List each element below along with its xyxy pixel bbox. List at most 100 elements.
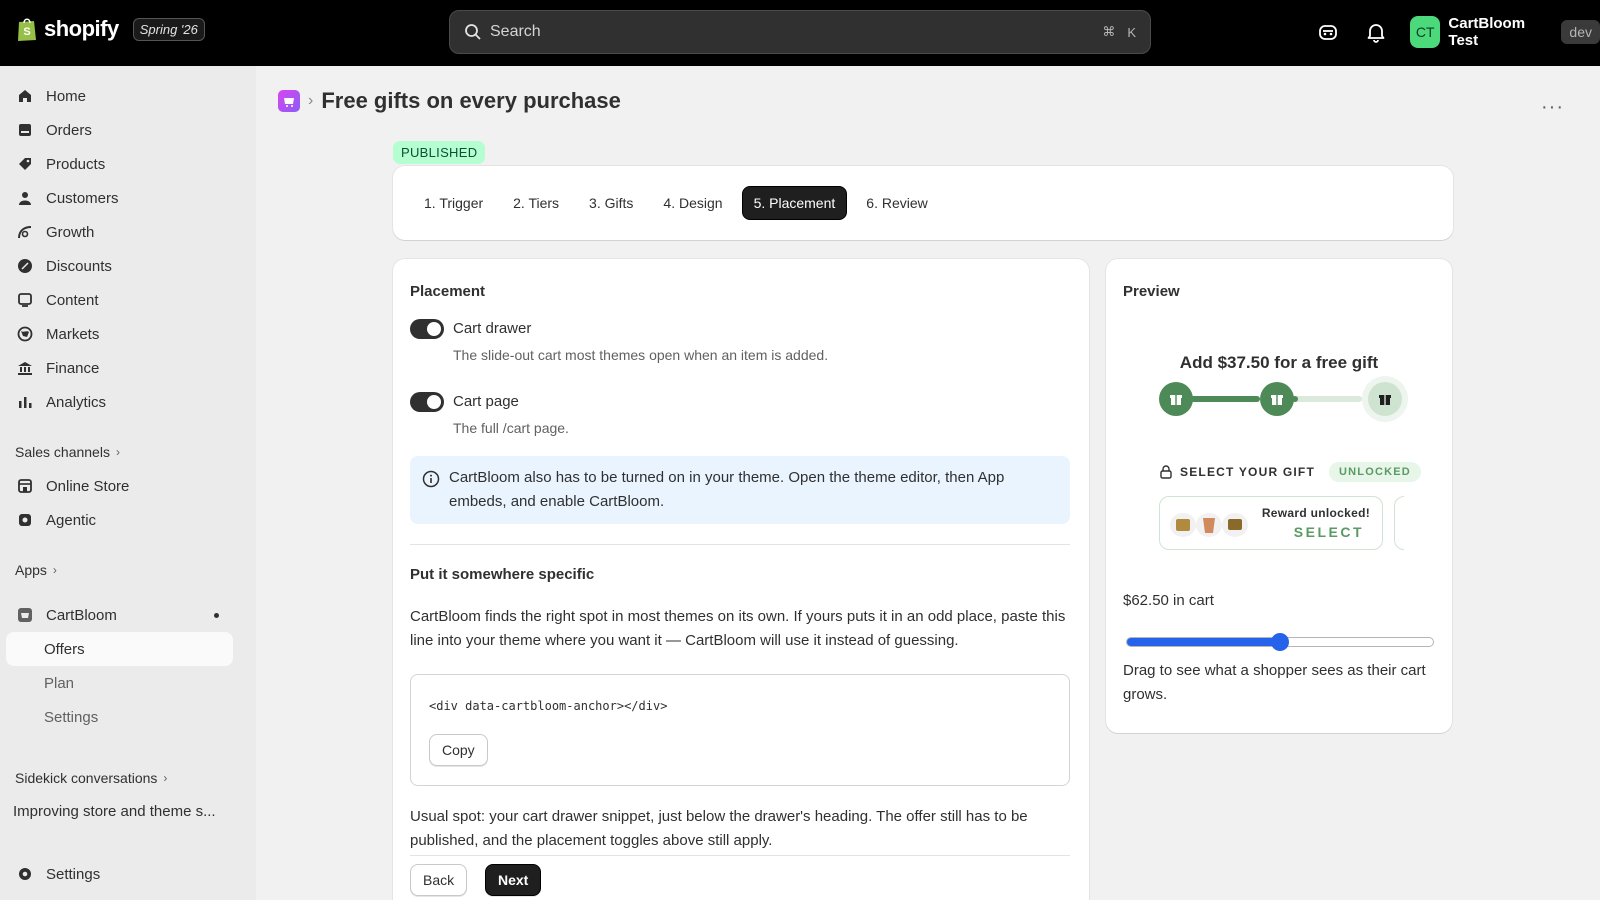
shopify-logo[interactable]: S shopify Spring '26 [16,16,205,42]
anchor-code[interactable]: <div data-cartbloom-anchor></div> [429,699,667,713]
progress-headline: Add $37.50 for a free gift [1179,353,1379,372]
slider-thumb[interactable] [1271,633,1289,651]
sidebar-item-label: CartBloom [46,606,117,624]
account-name: CartBloom Test [1448,15,1526,49]
tab-gifts[interactable]: 3. Gifts [578,187,644,219]
tab-design[interactable]: 4. Design [652,187,733,219]
svg-text:S: S [23,26,30,38]
gift-option-card-next[interactable] [1394,496,1404,550]
tab-placement[interactable]: 5. Placement [741,186,848,220]
select-gift-row: SELECT YOUR GIFT UNLOCKED [1160,462,1421,482]
sidebar-item-analytics[interactable]: Analytics [6,385,233,419]
app-status-dot [214,613,219,618]
sidebar-item-home[interactable]: Home [6,79,233,113]
copy-button[interactable]: Copy [429,734,488,766]
sidebar-item-label: Markets [46,325,100,343]
agentic-icon [16,511,34,529]
tab-review[interactable]: 6. Review [855,187,938,219]
banner-text: CartBloom also has to be turned on in yo… [449,469,1005,510]
back-button[interactable]: Back [410,864,468,896]
cart-drawer-toggle[interactable] [410,319,444,339]
cart-value-slider[interactable] [1126,633,1434,651]
preview-card: Preview Add $37.50 for a free gift SELEC… [1106,259,1452,733]
placement-title: Placement [410,283,486,300]
unlocked-badge: UNLOCKED [1329,462,1421,482]
breadcrumb-chevron-icon: › [308,92,314,109]
sidebar-item-customers[interactable]: Customers [6,181,233,215]
shopify-bag-icon: S [18,18,36,41]
cartbloom-logo-icon[interactable] [278,90,300,112]
sidekick-icon[interactable] [1316,20,1340,44]
sidekick-conversations-header[interactable]: Sidekick conversations › [15,770,167,786]
more-actions-icon[interactable]: ··· [1541,96,1564,119]
next-button[interactable]: Next [485,864,542,896]
select-gift-button[interactable]: SELECT [1294,524,1364,540]
sidebar-item-label: Discounts [46,257,112,275]
specific-text: CartBloom finds the right spot in most t… [410,608,1066,649]
sidebar-item-finance[interactable]: Finance [6,351,233,385]
cart-page-toggle[interactable] [410,392,444,412]
sidebar-item-label: Analytics [46,393,107,411]
cart-drawer-help: The slide-out cart most themes open when… [453,347,829,363]
cart-page-help: The full /cart page. [453,420,569,436]
divider [410,544,1070,545]
logo-wordmark: shopify [44,16,119,41]
sidebar-item-settings[interactable]: Settings [6,857,233,891]
sales-channels-header[interactable]: Sales channels › [15,444,120,460]
sidebar-subitem-plan[interactable]: Plan [6,666,233,700]
gift-product-image [1170,513,1196,537]
sidekick-conversation-item[interactable]: Improving store and theme s... [13,803,216,820]
sidebar-item-label: Online Store [46,477,130,495]
sidebar-item-content[interactable]: Content [6,283,233,317]
sidebar-item-cartbloom[interactable]: CartBloom [6,598,233,632]
chevron-right-icon: › [163,771,168,785]
placement-card: Placement Cart drawer The slide-out cart… [393,259,1089,900]
sidebar-item-label: Content [46,291,99,309]
gift-milestone-icon [1260,382,1294,416]
sidebar-item-label: Products [46,155,106,173]
globe-icon [16,325,34,343]
sidebar-item-products[interactable]: Products [6,147,233,181]
gift-option-card[interactable]: Reward unlocked! SELECT [1159,496,1383,550]
sidebar-item-label: Agentic [46,511,97,529]
bank-icon [16,359,34,377]
tab-tiers[interactable]: 2. Tiers [502,187,570,219]
apps-header[interactable]: Apps › [15,562,57,578]
search-bar[interactable]: Search ⌘ K [449,10,1151,54]
cart-amount: $62.50 in cart [1123,592,1214,609]
sidebar-item-agentic[interactable]: Agentic [6,503,233,537]
sidebar-item-growth[interactable]: Growth [6,215,233,249]
sidebar-subitem-settings[interactable]: Settings [6,700,233,734]
main-content: › Free gifts on every purchase ··· PUBLI… [256,66,1600,900]
bell-icon[interactable] [1364,20,1388,44]
gift-product-image [1196,513,1222,537]
step-tabs: 1. Trigger 2. Tiers 3. Gifts 4. Design 5… [393,166,1453,240]
theme-embed-banner: CartBloom also has to be turned on in yo… [410,456,1070,524]
section-label: Apps [15,562,47,578]
page-title: Free gifts on every purchase [321,88,621,113]
growth-icon [16,223,34,241]
person-icon [16,189,34,207]
dev-badge: dev [1561,20,1600,44]
preview-help-text: Drag to see what a shopper sees as their… [1123,662,1426,703]
tab-trigger[interactable]: 1. Trigger [413,187,494,219]
search-icon [465,24,481,40]
sidebar-item-markets[interactable]: Markets [6,317,233,351]
sidebar-item-orders[interactable]: Orders [6,113,233,147]
orders-icon [16,121,34,139]
sidebar-item-label: Customers [46,189,119,207]
gear-icon [16,865,34,883]
preview-title: Preview [1123,283,1180,300]
cart-drawer-label: Cart drawer [453,320,532,337]
code-snippet-box: <div data-cartbloom-anchor></div> Copy [410,674,1070,786]
sidebar-item-online-store[interactable]: Online Store [6,469,233,503]
sidebar-item-label: Offers [44,640,85,658]
sidebar-item-discounts[interactable]: Discounts [6,249,233,283]
account-menu[interactable]: CT CartBloom Test dev [1410,15,1600,49]
gift-milestone-icon [1159,382,1193,416]
gift-goal-icon [1362,376,1408,422]
sidebar-subitem-offers[interactable]: Offers [6,632,233,666]
chevron-right-icon: › [115,445,120,459]
select-gift-label: SELECT YOUR GIFT [1180,465,1315,479]
progress-line-filled [1190,396,1260,402]
